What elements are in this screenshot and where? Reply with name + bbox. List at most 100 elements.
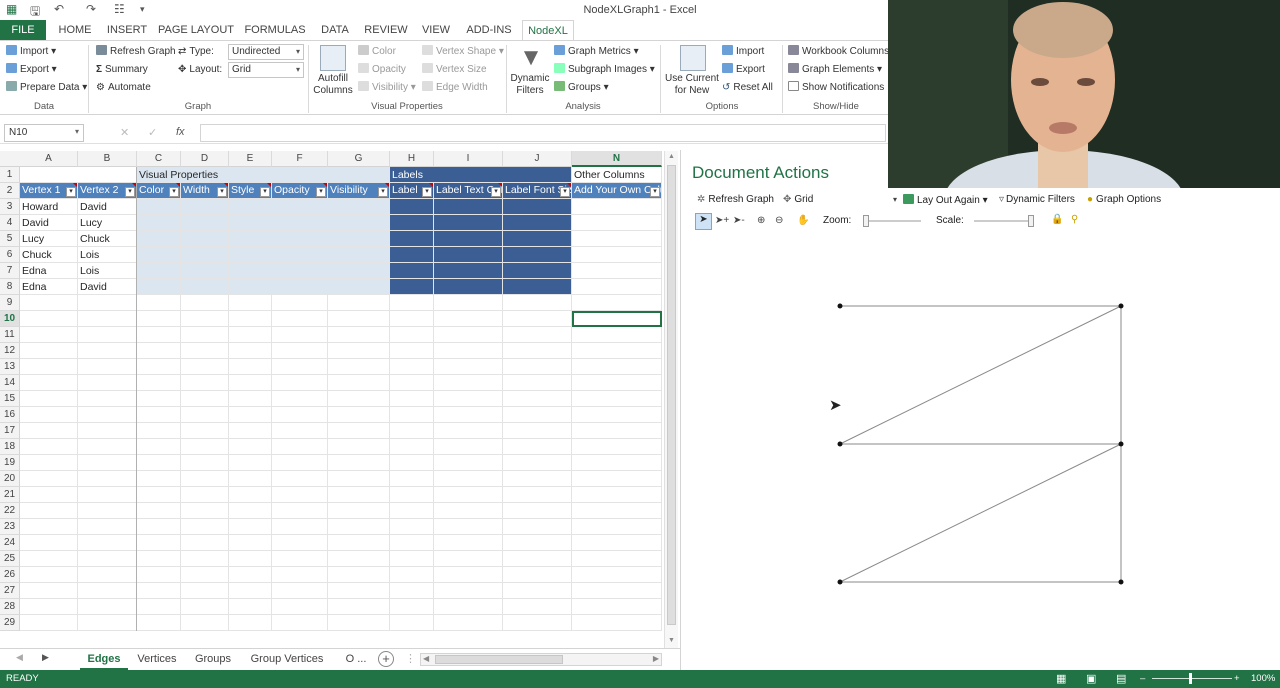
graph-vertex[interactable]: [837, 579, 843, 585]
graph-vertex[interactable]: [837, 441, 843, 447]
visibility-button[interactable]: Visibility ▾: [358, 81, 416, 95]
column-header[interactable]: E: [229, 151, 272, 167]
zoom-percent[interactable]: 100%: [1251, 670, 1275, 688]
empty-cell[interactable]: [181, 567, 229, 583]
graph-edge[interactable]: [839, 443, 1122, 583]
empty-cell[interactable]: [572, 567, 662, 583]
empty-cell[interactable]: [503, 359, 572, 375]
empty-cell[interactable]: [78, 423, 137, 439]
select-tool-icon[interactable]: ➤: [695, 213, 712, 230]
table-header-cell[interactable]: Vertex 1 ▾: [20, 183, 78, 199]
empty-cell[interactable]: [272, 375, 328, 391]
summary-button[interactable]: Σ Summary: [96, 63, 148, 77]
empty-cell[interactable]: [20, 551, 78, 567]
column-header[interactable]: H: [390, 151, 434, 167]
empty-cell[interactable]: [137, 551, 181, 567]
data-cell[interactable]: [272, 279, 328, 295]
data-cell[interactable]: [272, 263, 328, 279]
empty-cell[interactable]: [434, 615, 503, 631]
empty-cell[interactable]: [20, 455, 78, 471]
data-cell[interactable]: [181, 215, 229, 231]
empty-cell[interactable]: [272, 343, 328, 359]
empty-cell[interactable]: [390, 535, 434, 551]
empty-cell[interactable]: [328, 535, 390, 551]
zoom-slider-thumb[interactable]: [863, 215, 869, 227]
vertex-cell[interactable]: Chuck: [20, 247, 78, 263]
empty-cell[interactable]: [20, 423, 78, 439]
group-header-visual-properties[interactable]: Visual Properties: [137, 167, 390, 183]
data-cell[interactable]: [572, 247, 662, 263]
tab-insert[interactable]: INSERT: [102, 20, 152, 40]
empty-cell[interactable]: [328, 375, 390, 391]
horizontal-scroll-thumb[interactable]: [435, 655, 563, 664]
empty-cell[interactable]: [272, 519, 328, 535]
filter-dropdown-icon[interactable]: ▾: [378, 187, 388, 197]
vertex-cell[interactable]: Edna: [20, 263, 78, 279]
empty-cell[interactable]: [137, 535, 181, 551]
data-cell[interactable]: [272, 247, 328, 263]
empty-cell[interactable]: [181, 439, 229, 455]
data-cell[interactable]: [390, 231, 434, 247]
tab-data[interactable]: DATA: [314, 20, 356, 40]
empty-cell[interactable]: [181, 455, 229, 471]
empty-cell[interactable]: [229, 487, 272, 503]
table-header-cell[interactable]: Add Your Own Columns Here▾: [572, 183, 662, 199]
data-cell[interactable]: [181, 247, 229, 263]
data-cell[interactable]: [503, 247, 572, 263]
empty-cell[interactable]: [272, 311, 328, 327]
column-header[interactable]: I: [434, 151, 503, 167]
empty-cell[interactable]: [503, 487, 572, 503]
table-header-cell[interactable]: Label Text Color▾: [434, 183, 503, 199]
zoom-slider[interactable]: [863, 215, 921, 227]
data-cell[interactable]: [272, 215, 328, 231]
empty-cell[interactable]: [434, 503, 503, 519]
empty-cell[interactable]: [137, 423, 181, 439]
use-current-for-new-button[interactable]: Use Current for New: [664, 73, 720, 97]
enter-icon[interactable]: ✓: [148, 126, 157, 139]
empty-cell[interactable]: [78, 471, 137, 487]
empty-cell[interactable]: [434, 599, 503, 615]
data-cell[interactable]: [229, 231, 272, 247]
empty-cell[interactable]: [181, 471, 229, 487]
empty-cell[interactable]: [20, 327, 78, 343]
pan-hand-icon[interactable]: ✋: [797, 215, 809, 226]
column-header[interactable]: B: [78, 151, 137, 167]
empty-cell[interactable]: [503, 551, 572, 567]
empty-cell[interactable]: [503, 311, 572, 327]
empty-cell[interactable]: [272, 503, 328, 519]
automate-button[interactable]: ⚙ Automate: [96, 81, 151, 95]
prepare-data-button[interactable]: Prepare Data ▾: [6, 81, 87, 95]
empty-cell[interactable]: [181, 551, 229, 567]
empty-cell[interactable]: [328, 471, 390, 487]
row-header[interactable]: 20: [0, 471, 20, 487]
empty-cell[interactable]: [572, 391, 662, 407]
empty-cell[interactable]: [572, 535, 662, 551]
options-export-button[interactable]: Export: [722, 63, 765, 77]
column-header[interactable]: F: [272, 151, 328, 167]
empty-cell[interactable]: [503, 423, 572, 439]
empty-cell[interactable]: [328, 439, 390, 455]
empty-cell[interactable]: [328, 295, 390, 311]
empty-cell[interactable]: [272, 455, 328, 471]
empty-cell[interactable]: [328, 455, 390, 471]
row-header[interactable]: 28: [0, 599, 20, 615]
empty-cell[interactable]: [503, 519, 572, 535]
graph-canvas[interactable]: [681, 240, 1280, 670]
filter-dropdown-icon[interactable]: ▾: [66, 187, 76, 197]
row-header[interactable]: 1: [0, 167, 20, 183]
formula-input[interactable]: [200, 124, 886, 142]
table-header-cell[interactable]: Color ▾: [137, 183, 181, 199]
data-cell[interactable]: [572, 231, 662, 247]
empty-cell[interactable]: [229, 471, 272, 487]
empty-cell[interactable]: [272, 487, 328, 503]
empty-cell[interactable]: [229, 615, 272, 631]
vertex-cell[interactable]: David: [20, 215, 78, 231]
empty-cell[interactable]: [181, 295, 229, 311]
lock-icon[interactable]: 🔒: [1051, 214, 1063, 225]
row-header[interactable]: 26: [0, 567, 20, 583]
empty-cell[interactable]: [390, 551, 434, 567]
empty-cell[interactable]: [434, 567, 503, 583]
sheet-tab-groups[interactable]: Groups: [188, 649, 238, 670]
empty-cell[interactable]: [229, 503, 272, 519]
empty-cell[interactable]: [78, 551, 137, 567]
